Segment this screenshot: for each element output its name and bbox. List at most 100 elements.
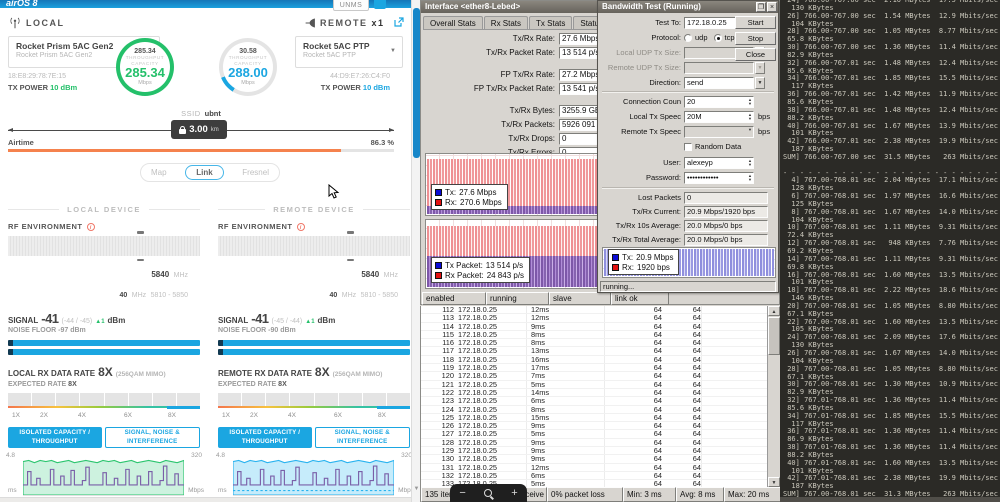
scrollbar-thumb[interactable] <box>413 8 420 158</box>
rf-spectrum[interactable] <box>218 236 410 256</box>
airtime-bar <box>8 149 394 152</box>
random-data-checkbox[interactable] <box>684 143 692 151</box>
ping-seq: 132 <box>421 472 454 479</box>
ssid-row: SSIDubnt <box>0 109 402 118</box>
airos-scrollbar[interactable]: ▼ <box>411 0 420 502</box>
stat-label: Tx/Rx Bytes: <box>421 106 559 115</box>
rf-environment-label: RF ENVIRONMENT <box>218 222 293 231</box>
packet-chart-legend: Tx Packet:13 514 p/s Rx Packet:24 843 p/… <box>431 257 530 283</box>
ping-host: 172.18.0.25 <box>454 364 526 371</box>
terminal-bottom-bar <box>780 497 1000 502</box>
zoom-in-icon[interactable]: + <box>511 486 517 500</box>
tab-overall-stats[interactable]: Overall Stats <box>423 16 483 29</box>
ping-size: 64 <box>604 347 662 354</box>
ping-host: 172.18.0.25 <box>454 356 526 363</box>
signal-chain-bar <box>8 349 200 355</box>
ping-time: 5ms <box>526 381 604 388</box>
tab-tx-stats[interactable]: Tx Stats <box>529 16 572 29</box>
ping-time: 9ms <box>526 439 604 446</box>
external-link-icon[interactable] <box>394 17 404 27</box>
ping-time: 15ms <box>526 414 604 421</box>
ping-host: 172.18.0.25 <box>454 306 526 313</box>
ping-size: 64 <box>604 447 662 454</box>
tab-link[interactable]: Link <box>185 165 223 180</box>
screen: airOS 8 UNMS LOCAL REMOTE x1 Rocket Pris… <box>0 0 1000 502</box>
scrollbar-thumb[interactable] <box>768 317 780 355</box>
ping-host: 172.18.0.25 <box>454 455 526 462</box>
ping-time: 14ms <box>526 389 604 396</box>
tab-rx-stats[interactable]: Rx Stats <box>484 16 528 29</box>
local-throughput-gauge: 285.34 THROUGHPUT CAPACITY 285.34 Mbps <box>116 38 174 96</box>
ping-scrollbar[interactable]: ▲ ▼ <box>767 306 780 487</box>
stat-label: Tx/Rx Drops: <box>421 134 559 143</box>
unms-icon[interactable] <box>374 0 386 9</box>
ping-host: 172.18.0.25 <box>454 430 526 437</box>
scrollbar-down-icon[interactable]: ▼ <box>412 486 420 492</box>
terminal-panel[interactable]: 24] 766.00-767.00 sec 2.10 MBytes 17.5 M… <box>780 0 1000 502</box>
tab-fresnel[interactable]: Fresnel <box>242 168 269 177</box>
expected-rate: EXPECTED RATE 8X <box>218 381 410 388</box>
unms-button[interactable]: UNMS <box>333 0 369 11</box>
ping-ttl: 64 <box>662 430 702 437</box>
ping-ttl: 64 <box>662 339 702 346</box>
isolated-capacity-button[interactable]: ISOLATED CAPACITY / THROUGHPUT <box>218 427 312 448</box>
ping-time: 9ms <box>526 323 604 330</box>
chevron-down-icon[interactable]: ▼ <box>755 77 765 89</box>
magnifier-icon[interactable] <box>484 489 492 497</box>
signal-row: SIGNAL -41 (-45 / -44) ▲1 dBm <box>218 311 410 326</box>
rf-environment-label: RF ENVIRONMENT <box>8 222 83 231</box>
password-input[interactable]: ••••••••••••▲▼ <box>684 172 754 184</box>
isolated-capacity-button[interactable]: ISOLATED CAPACITY / THROUGHPUT <box>8 427 102 448</box>
ping-seq: 123 <box>421 397 454 404</box>
signal-noise-button[interactable]: SIGNAL, NOISE & INTERFERENCE <box>105 427 201 448</box>
ping-time: 8ms <box>526 406 604 413</box>
bandwidth-test-titlebar[interactable]: Bandwidth Test (Running) <box>598 1 778 13</box>
rf-spectrum[interactable] <box>8 236 200 256</box>
local-device-column: LOCAL DEVICE RF ENVIRONMENTi 5840 MHz 40… <box>8 205 200 502</box>
radio-udp[interactable] <box>684 34 692 42</box>
tx-swatch <box>435 189 442 196</box>
user-input[interactable]: alexeyp▲▼ <box>684 157 754 169</box>
ping-host: 172.18.0.25 <box>454 323 526 330</box>
direction-select[interactable]: send <box>684 77 754 89</box>
connection-count-input[interactable]: 20▲▼ <box>684 96 754 108</box>
ping-ttl: 64 <box>662 464 702 471</box>
ping-size: 64 <box>604 414 662 421</box>
local-tx-speed-label: Local Tx Speec <box>598 112 684 121</box>
rate-scale-labels: 1X2X4X6X8X <box>8 412 200 422</box>
chevron-down-icon[interactable]: ▼ <box>390 48 396 54</box>
ping-size: 64 <box>604 455 662 462</box>
tab-map[interactable]: Map <box>151 168 167 177</box>
ping-size: 64 <box>604 331 662 338</box>
ping-packet-loss: 0% packet loss <box>547 487 623 502</box>
scroll-up-icon[interactable]: ▲ <box>768 306 780 316</box>
info-icon[interactable]: i <box>87 223 95 231</box>
stop-button[interactable]: Stop <box>735 32 776 45</box>
radio-tcp[interactable] <box>714 34 722 42</box>
remote-throughput-gauge: 30.58 THROUGHPUT CAPACITY 288.00 Mbps <box>219 38 277 96</box>
local-tx-speed-input[interactable]: 20M▲▼ <box>684 111 754 123</box>
ping-seq: 121 <box>421 381 454 388</box>
ping-host: 172.18.0.25 <box>454 331 526 338</box>
info-icon[interactable]: i <box>297 223 305 231</box>
ping-time: 12ms <box>526 306 604 313</box>
ping-seq: 125 <box>421 414 454 421</box>
ping-ttl: 64 <box>662 381 702 388</box>
close-icon[interactable]: × <box>767 2 777 12</box>
signal-chain-bar <box>8 340 200 346</box>
maximize-icon[interactable]: ❐ <box>756 2 766 12</box>
ping-ttl: 64 <box>662 356 702 363</box>
airtime-value: 86.3 % <box>371 138 394 147</box>
signal-noise-button[interactable]: SIGNAL, NOISE & INTERFERENCE <box>315 427 411 448</box>
status-running: running <box>486 292 549 305</box>
zoom-out-icon[interactable]: − <box>459 486 465 500</box>
ping-ttl: 64 <box>662 306 702 313</box>
ping-ttl: 64 <box>662 347 702 354</box>
scroll-down-icon[interactable]: ▼ <box>768 477 780 487</box>
remote-device-card[interactable]: Rocket 5AC PTP Rocket 5AC PTP ▼ <box>295 36 403 68</box>
close-button[interactable]: Close <box>735 48 776 61</box>
start-button[interactable]: Start <box>735 16 776 29</box>
stat-label: Tx/Rx Packet Rate: <box>421 48 559 57</box>
ping-host: 172.18.0.25 <box>454 447 526 454</box>
remote-tx-power: TX POWER 10 dBm <box>321 83 390 92</box>
